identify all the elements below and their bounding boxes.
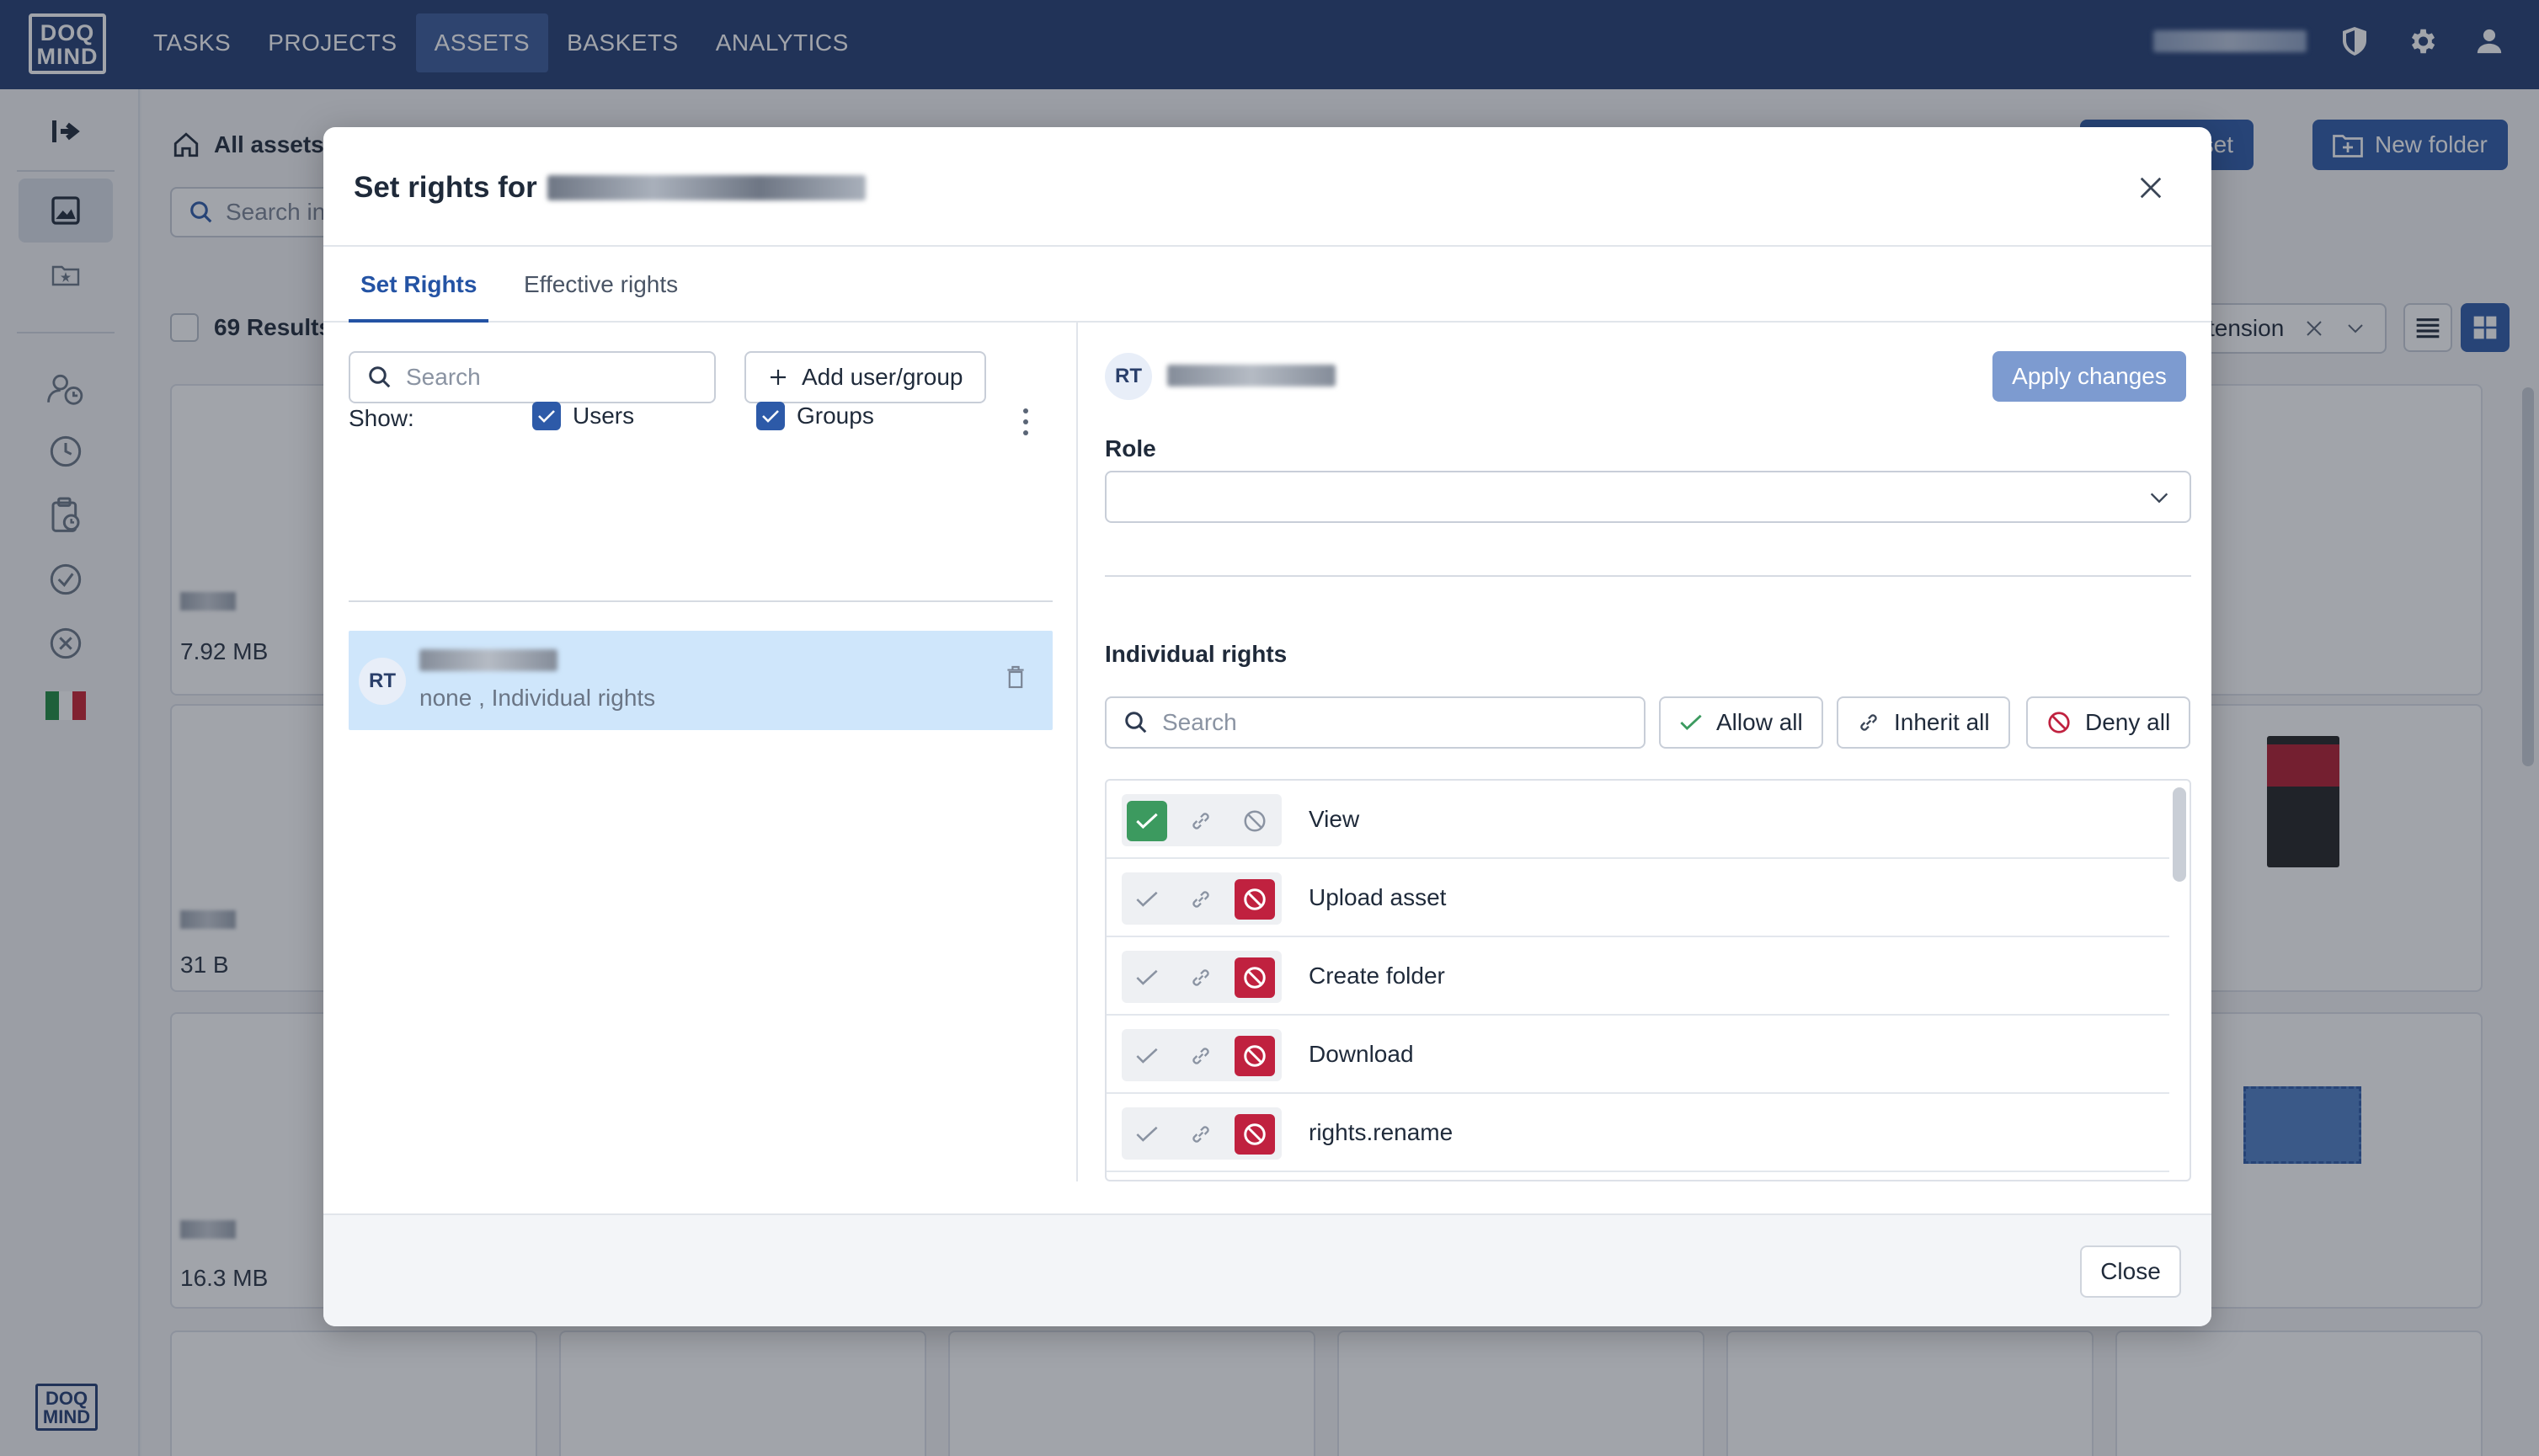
inherit-link-icon[interactable]	[1181, 1114, 1221, 1155]
inherit-all-button[interactable]: Inherit all	[1837, 696, 2010, 749]
right-label: Upload asset	[1309, 884, 1447, 910]
deny-block-icon[interactable]	[1235, 879, 1275, 920]
user-name-redacted	[419, 649, 557, 671]
checkbox-checked-icon	[532, 402, 561, 430]
right-row-view: View	[1107, 781, 2169, 859]
allow-check-icon[interactable]	[1127, 801, 1167, 841]
rights-tabs: Set Rights Effective rights	[323, 247, 2211, 323]
show-label: Show:	[349, 405, 414, 431]
rights-list-scrollbar[interactable]	[2173, 787, 2186, 882]
inherit-link-icon[interactable]	[1181, 1036, 1221, 1076]
users-groups-pane: Search Add user/group Show: Users Groups…	[323, 323, 1078, 1181]
role-select[interactable]	[1105, 471, 2191, 523]
inherit-link-icon[interactable]	[1181, 957, 1221, 998]
user-avatar: RT	[359, 658, 406, 705]
deny-block-icon[interactable]	[1235, 957, 1275, 998]
search-icon	[1125, 712, 1147, 733]
apply-changes-button[interactable]: Apply changes	[1992, 351, 2186, 402]
plus-icon	[771, 370, 786, 385]
add-user-group-button[interactable]: Add user/group	[744, 351, 987, 403]
block-icon	[2048, 712, 2070, 733]
right-label: View	[1309, 806, 1360, 832]
inherit-link-icon[interactable]	[1181, 801, 1221, 841]
set-rights-dialog: Set rights for Set Rights Effective righ…	[323, 127, 2211, 1326]
rights-tri-state-toggle	[1122, 1029, 1282, 1081]
rights-tri-state-toggle	[1122, 1107, 1282, 1160]
allow-check-icon[interactable]	[1127, 1114, 1167, 1155]
right-row-download: Download	[1107, 1016, 2169, 1094]
check-icon	[1680, 714, 1702, 730]
checkbox-checked-icon	[756, 402, 785, 430]
link-icon	[1860, 714, 1877, 731]
selected-user-name-redacted	[1167, 365, 1336, 387]
role-label: Role	[1105, 435, 1156, 461]
dialog-close-icon[interactable]	[2132, 169, 2169, 206]
user-rights-summary: none , Individual rights	[419, 685, 656, 711]
rights-list: View Upload asset Create folder Download…	[1105, 779, 2191, 1181]
rights-tri-state-toggle	[1122, 794, 1282, 846]
right-label: Download	[1309, 1041, 1414, 1067]
dialog-title: Set rights for	[354, 171, 866, 205]
selected-user-avatar: RT	[1105, 353, 1152, 400]
groups-checkbox[interactable]: Groups	[756, 402, 874, 430]
allow-check-icon[interactable]	[1127, 957, 1167, 998]
right-row-upload-asset: Upload asset	[1107, 859, 2169, 937]
close-button[interactable]: Close	[2080, 1245, 2181, 1298]
asset-name-redacted	[547, 175, 866, 200]
deny-block-icon[interactable]	[1235, 1114, 1275, 1155]
tab-effective-rights[interactable]: Effective rights	[512, 247, 690, 323]
right-row-create-folder: Create folder	[1107, 937, 2169, 1016]
user-search-input[interactable]: Search	[349, 351, 716, 403]
right-row-rename: rights.rename	[1107, 1094, 2169, 1172]
rights-editor-pane: RT Apply changes Role Individual rights …	[1080, 323, 2211, 1181]
user-list-item[interactable]: RT none , Individual rights	[349, 631, 1053, 730]
search-icon	[369, 366, 391, 388]
deny-all-button[interactable]: Deny all	[2026, 696, 2191, 749]
deny-block-icon[interactable]	[1235, 1036, 1275, 1076]
allow-all-button[interactable]: Allow all	[1659, 696, 1823, 749]
allow-check-icon[interactable]	[1127, 879, 1167, 920]
individual-rights-label: Individual rights	[1105, 641, 1288, 667]
more-options-icon[interactable]	[1017, 405, 1034, 439]
rights-search-input[interactable]: Search	[1105, 696, 1646, 749]
right-label: Create folder	[1309, 963, 1445, 989]
rights-tri-state-toggle	[1122, 951, 1282, 1003]
dialog-footer: Close	[323, 1213, 2211, 1326]
right-label: rights.rename	[1309, 1119, 1454, 1145]
trash-icon[interactable]	[1005, 664, 1031, 693]
dialog-header: Set rights for	[323, 127, 2211, 247]
tab-set-rights[interactable]: Set Rights	[349, 247, 489, 323]
inherit-link-icon[interactable]	[1181, 879, 1221, 920]
allow-check-icon[interactable]	[1127, 1036, 1167, 1076]
users-checkbox[interactable]: Users	[532, 402, 634, 430]
rights-tri-state-toggle	[1122, 872, 1282, 925]
chevron-down-icon	[2150, 493, 2168, 504]
deny-block-icon[interactable]	[1235, 801, 1275, 841]
